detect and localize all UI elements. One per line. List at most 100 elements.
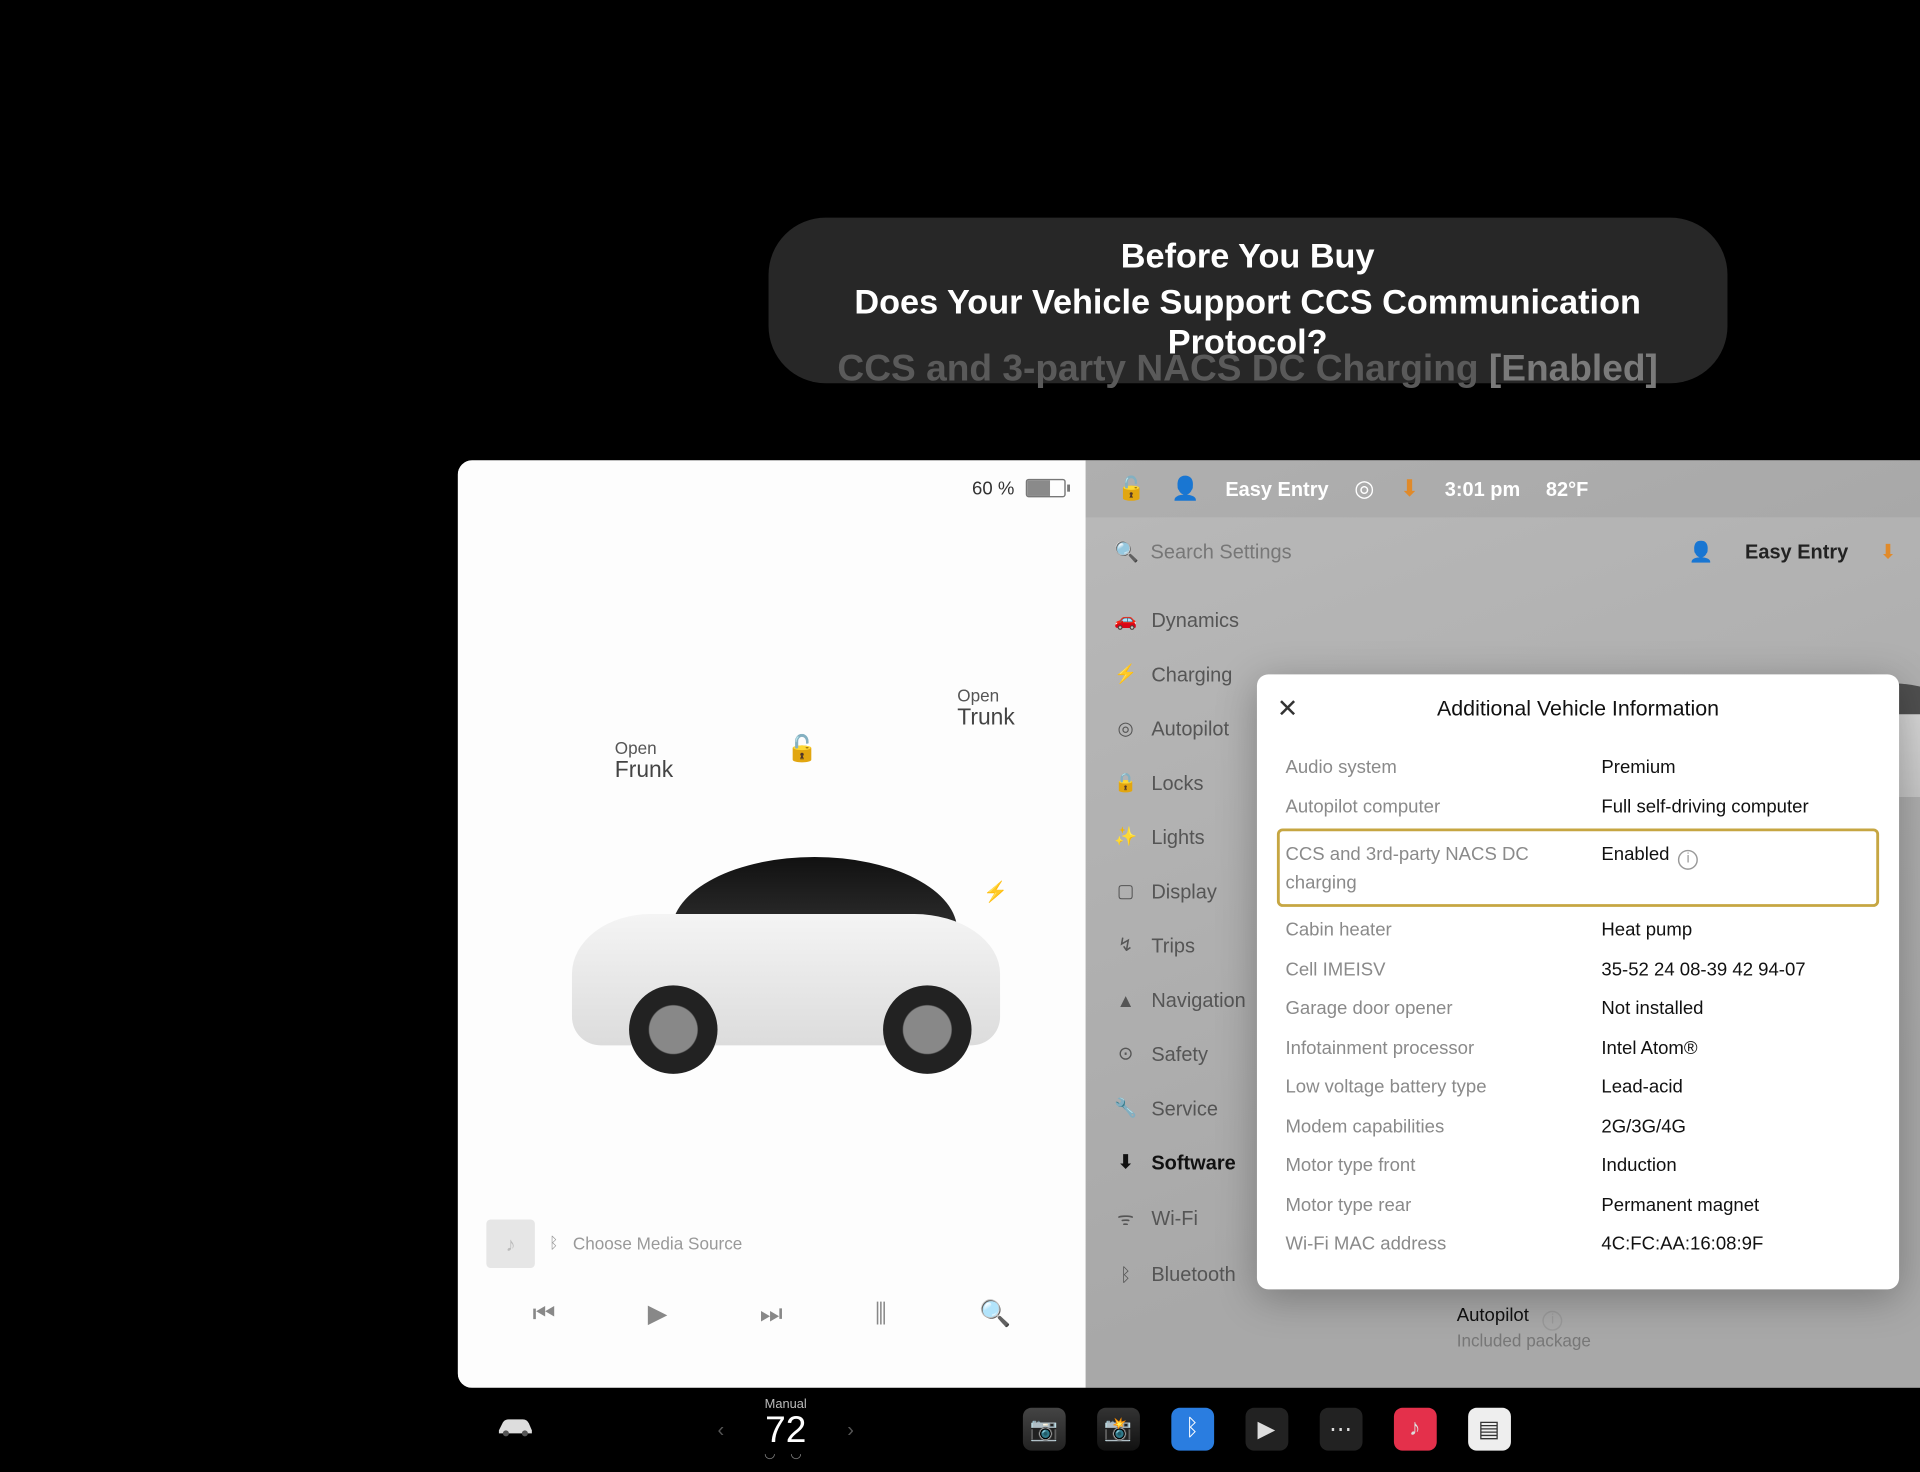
close-icon[interactable]: ✕ [1277,694,1299,724]
menu-label: Dynamics [1151,609,1239,632]
more-apps-icon[interactable]: ⋯ [1319,1408,1362,1451]
sidebar-item-dynamics[interactable]: 🚗 Dynamics [1114,609,1285,632]
temp-up-button[interactable]: › [836,1418,865,1441]
theater-app-icon[interactable]: ▶ [1245,1408,1288,1451]
menu-label: Lights [1151,826,1204,849]
unlock-icon[interactable]: 🔓 [1117,475,1145,504]
album-art-placeholder [486,1219,535,1268]
dashcam-app-icon[interactable]: 📷 [1022,1408,1065,1451]
media-search-icon[interactable]: 🔍 [979,1299,1011,1329]
lock-icon[interactable]: 🔓 [786,734,818,764]
sentry-icon[interactable]: ◎ [1354,475,1374,504]
menu-label: Navigation [1151,988,1245,1011]
info-row: Wi-Fi MAC address4C:FC:AA:16:08:9F [1283,1224,1874,1263]
hvac-temp: 72 [764,1411,807,1448]
info-key: Low voltage battery type [1285,1072,1601,1100]
info-row: Garage door openerNot installed [1283,988,1874,1027]
camera-app-icon[interactable]: 📸 [1096,1408,1139,1451]
user-icon[interactable]: 👤 [1171,475,1199,504]
info-icon[interactable]: i [1543,1311,1563,1331]
info-key: Cabin heater [1285,915,1601,943]
info-value: 4C:FC:AA:16:08:9F [1601,1229,1870,1257]
info-row: Audio systemPremium [1283,747,1874,786]
menu-icon: ▲ [1114,989,1137,1010]
trunk-button[interactable]: Open Trunk [957,686,1015,732]
frunk-open-label: Open [615,739,657,759]
info-key: Audio system [1285,753,1601,781]
info-value: 2G/3G/4G [1601,1112,1870,1140]
info-key: Garage door opener [1285,994,1601,1022]
info-row: Low voltage battery typeLead-acid [1283,1067,1874,1106]
info-row: Cabin heaterHeat pump [1283,910,1874,949]
info-value: Full self-driving computer [1601,792,1870,820]
frunk-button[interactable]: Open Frunk [615,739,673,785]
info-row: Infotainment processorIntel Atom® [1283,1028,1874,1067]
settings-header: 🔍 Search Settings 👤 Easy Entry ⬇ 🔔 ᛒ LTE… [1114,537,1920,566]
status-time: 3:01 pm [1445,477,1521,500]
info-value: Not installed [1601,994,1870,1022]
info-icon[interactable]: i [1678,850,1698,870]
info-key: Wi-Fi MAC address [1285,1229,1601,1257]
settings-search[interactable]: 🔍 Search Settings [1114,539,1291,563]
bottom-dock: ‹ Manual 72 ◡ ◡ › 📷 📸 ᛒ ▶ ⋯ ♪ ▤ ‹ 🔊 › [458,1388,1920,1471]
menu-icon: 🔧 [1114,1097,1137,1120]
media-play-icon[interactable]: ▶ [648,1299,668,1329]
media-prev-icon[interactable]: ⏮ [532,1299,555,1329]
info-key: Autopilot computer [1285,792,1601,820]
subtitle-prefix: CCS and 3-party NACS DC Charging [837,346,1488,389]
info-row: Autopilot computerFull self-driving comp… [1283,786,1874,825]
media-bar: ᛒ Choose Media Source ⏮ ▶ ⏭ ⫼ 🔍 [486,1219,1057,1347]
info-row: Motor type frontInduction [1283,1145,1874,1184]
menu-icon: ▢ [1114,880,1137,903]
battery-icon [1026,479,1066,498]
info-row: Motor type rearPermanent magnet [1283,1184,1874,1223]
bluetooth-app-icon[interactable]: ᛒ [1171,1408,1214,1451]
update-icon[interactable]: ⬇ [1400,475,1419,504]
autopilot-heading: Autopilot i [1457,1304,1833,1331]
hvac-mode: Manual [764,1398,807,1411]
info-row: CCS and 3rd-party NACS DC chargingEnable… [1277,828,1879,906]
music-app-icon[interactable]: ♪ [1393,1408,1436,1451]
temp-down-button[interactable]: ‹ [706,1418,735,1441]
menu-label: Autopilot [1151,717,1229,740]
menu-icon: ᯤ [1114,1205,1137,1231]
menu-icon: ◎ [1114,717,1137,740]
dock-car-icon[interactable] [495,1414,535,1445]
menu-label: Wi-Fi [1151,1207,1198,1230]
info-key: Motor type rear [1285,1190,1601,1218]
media-source-label: Choose Media Source [573,1234,742,1254]
climate-temp[interactable]: Manual 72 ◡ ◡ [764,1398,807,1461]
menu-icon: ᛒ [1114,1263,1137,1284]
info-key: CCS and 3rd-party NACS DC charging [1285,840,1601,896]
info-key: Infotainment processor [1285,1033,1601,1061]
info-key: Motor type front [1285,1151,1601,1179]
menu-label: Software [1151,1151,1235,1174]
media-eq-icon[interactable]: ⫼ [875,1299,887,1329]
vehicle-info-modal: ✕ Additional Vehicle Information Audio s… [1257,674,1899,1288]
header-update-icon[interactable]: ⬇ [1880,539,1897,563]
info-value: Intel Atom® [1601,1033,1870,1061]
info-value: Heat pump [1601,915,1870,943]
status-profile[interactable]: Easy Entry [1225,477,1328,500]
menu-icon: ⬇ [1114,1151,1137,1174]
right-pane: 🔓 👤 Easy Entry ◎ ⬇ 3:01 pm 82°F 🔍 Search… [1086,460,1920,1388]
dock-apps: 📷 📸 ᛒ ▶ ⋯ ♪ ▤ [1022,1408,1510,1451]
info-value: 35-52 24 08-39 42 94-07 [1601,955,1870,983]
menu-icon: ⊙ [1114,1042,1137,1065]
search-icon: 🔍 [1114,539,1139,563]
menu-icon: 🚗 [1114,609,1137,632]
menu-label: Bluetooth [1151,1262,1235,1285]
notes-app-icon[interactable]: ▤ [1468,1408,1511,1451]
info-key: Modem capabilities [1285,1112,1601,1140]
menu-icon: 🔒 [1114,771,1137,794]
media-source-button[interactable]: ᛒ Choose Media Source [486,1219,1057,1268]
media-next-icon[interactable]: ⏭ [760,1299,783,1329]
info-value: Permanent magnet [1601,1190,1870,1218]
menu-icon: ✨ [1114,826,1137,849]
trunk-label: Trunk [957,706,1015,732]
menu-label: Trips [1151,934,1195,957]
header-profile[interactable]: Easy Entry [1745,540,1848,563]
frunk-label: Frunk [615,759,673,785]
user-icon: 👤 [1689,539,1714,563]
overlay-subtitle: CCS and 3-party NACS DC Charging [Enable… [837,346,1657,390]
